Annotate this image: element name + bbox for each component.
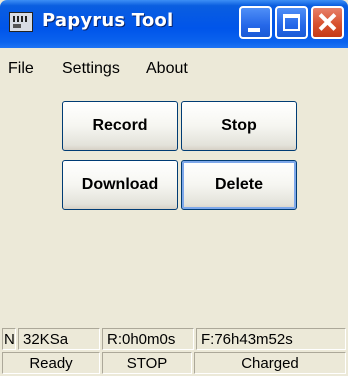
maximize-icon (283, 14, 300, 31)
menu-file[interactable]: File (8, 60, 34, 78)
close-button[interactable] (311, 6, 344, 39)
close-icon (313, 8, 342, 37)
status-bar-info: N 32KSa R:0h0m0s F:76h43m52s (0, 328, 348, 352)
window-title: Papyrus Tool (42, 10, 174, 31)
status-free-time: F:76h43m52s (196, 328, 346, 350)
menu-bar: File Settings About (0, 56, 348, 84)
download-button[interactable]: Download (62, 160, 178, 210)
title-bar[interactable]: Papyrus Tool (0, 0, 348, 48)
status-state: STOP (102, 352, 192, 374)
status-bar-state: Ready STOP Charged (0, 352, 348, 376)
app-window-icon[interactable] (9, 12, 33, 32)
status-battery: Charged (194, 352, 346, 374)
stop-button[interactable]: Stop (181, 101, 297, 151)
status-ready: Ready (2, 352, 100, 374)
status-mode: N (2, 328, 16, 350)
menu-about[interactable]: About (146, 60, 188, 78)
maximize-button[interactable] (275, 6, 308, 39)
minimize-button[interactable] (239, 6, 272, 39)
minimize-icon (248, 28, 260, 32)
record-button[interactable]: Record (62, 101, 178, 151)
menu-settings[interactable]: Settings (62, 60, 120, 78)
status-recorded-time: R:0h0m0s (102, 328, 194, 350)
app-window: Papyrus Tool File Settings About Record … (0, 0, 348, 376)
delete-button[interactable]: Delete (181, 160, 297, 210)
status-sample-rate: 32KSa (18, 328, 100, 350)
main-panel: Record Stop Download Delete (3, 88, 345, 326)
